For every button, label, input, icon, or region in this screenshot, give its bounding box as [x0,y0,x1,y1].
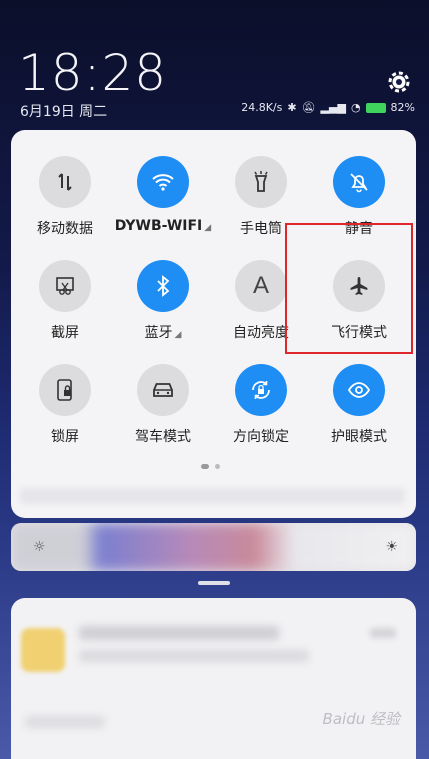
tile-lock-screen[interactable]: 锁屏 [15,364,115,446]
page-dot [201,464,209,469]
notification-body-blurred [79,650,309,662]
airplane-mode-highlight-box [285,223,413,354]
page-dot [215,464,220,469]
screenshot-icon [39,260,91,312]
battery-icon [365,102,386,113]
tile-bluetooth[interactable]: 蓝牙 ◢ [113,260,213,342]
tile-label: DYWB-WIFI [114,218,203,234]
mobile-data-icon [39,156,91,208]
tile-driving-mode[interactable]: 驾车模式 [113,364,213,446]
tile-label: 移动数据 [37,221,93,237]
tile-label: 驾车模式 [135,429,191,445]
date: 6月19日 周二 [20,104,108,120]
page-indicator [201,464,220,469]
watermark: Baidu 经验 [322,710,400,728]
tile-rotation-lock[interactable]: 方向锁定 [211,364,311,446]
tile-label: 方向锁定 [233,429,289,445]
tile-label: 蓝牙 [144,325,173,341]
clock: 18:28 [18,44,168,102]
notification-card[interactable]: Baidu 经验 [11,598,416,759]
bluetooth-status-icon: ✱ [287,101,297,114]
tile-mobile-data[interactable]: 移动数据 [15,156,115,238]
bluetooth-icon [137,260,189,312]
notification-title-blurred [79,626,279,640]
bell-off-icon [333,156,385,208]
weather-app-icon [21,628,65,672]
notification-footer-blurred [25,716,105,728]
brightness-slider[interactable]: ☼ ☀ [11,523,416,571]
eye-icon [333,364,385,416]
notification-time-blurred [370,628,396,638]
rotation-lock-icon [235,364,287,416]
tile-screenshot[interactable]: 截屏 [15,260,115,342]
tile-eye-care[interactable]: 护眼模式 [309,364,409,446]
status-bar: 24.8K/s ✱ 🔕︎ ▂▄▆ ◔ 82% [241,101,415,114]
expand-arrow-icon[interactable]: ◢ [175,330,182,340]
tile-wifi[interactable]: DYWB-WIFI ◢ [113,156,213,234]
tile-label: 截屏 [51,325,79,341]
tile-label: 护眼模式 [331,429,387,445]
brightness-low-icon: ☼ [33,539,46,555]
signal-icon: ▂▄▆ [320,101,346,114]
mute-status-icon: 🔕︎ [301,101,316,114]
brightness-high-icon: ☀ [385,539,398,555]
battery-percent: 82% [390,101,415,114]
network-speed: 24.8K/s [241,101,283,114]
flashlight-icon [235,156,287,208]
tile-label: 锁屏 [51,429,79,445]
auto-brightness-icon: A [235,260,287,312]
settings-gear-icon[interactable] [387,70,411,94]
drag-handle[interactable] [198,581,230,585]
blurred-row [20,488,405,504]
wifi-status-icon: ◔ [350,101,361,114]
lock-screen-icon [39,364,91,416]
brightness-fill [11,523,416,571]
car-icon [137,364,189,416]
wifi-icon [137,156,189,208]
